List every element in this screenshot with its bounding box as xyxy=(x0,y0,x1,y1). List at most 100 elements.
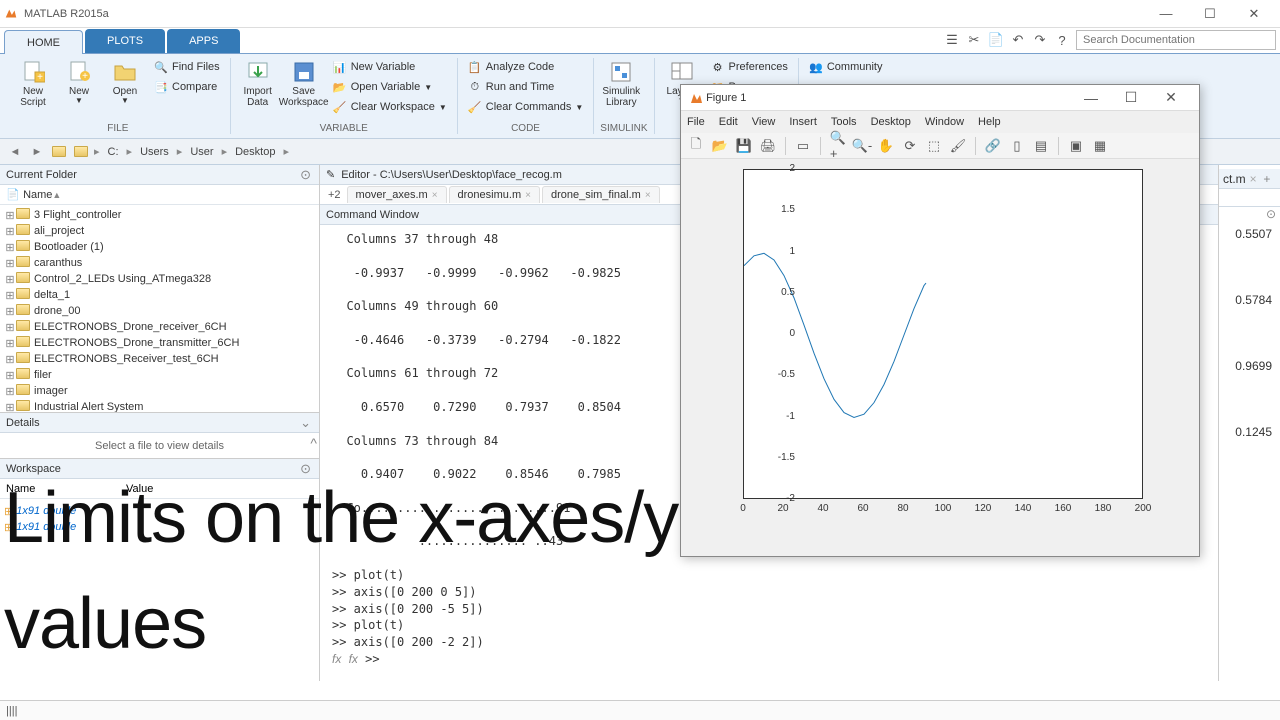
print-figure-icon[interactable]: 🖨 xyxy=(759,137,777,155)
redo-icon[interactable]: ↷ xyxy=(1032,32,1048,48)
path-drive[interactable]: C: xyxy=(104,144,123,160)
zoom-out-icon[interactable]: 🔍- xyxy=(853,137,871,155)
insert-legend-icon[interactable]: ▤ xyxy=(1032,137,1050,155)
folder-item[interactable]: ⊞ELECTRONOBS_Drone_transmitter_6CH xyxy=(0,335,319,351)
close-button[interactable]: ✕ xyxy=(1232,0,1276,28)
back-button[interactable]: ◄ xyxy=(6,143,24,161)
panel-dropdown-icon[interactable]: ⊙ xyxy=(298,167,313,183)
show-plot-tools-icon[interactable]: ▦ xyxy=(1091,137,1109,155)
maximize-button[interactable]: ☐ xyxy=(1188,0,1232,28)
tab-overflow-indicator[interactable]: +2 xyxy=(324,187,345,203)
editor-tab[interactable]: drone_sim_final.m× xyxy=(542,186,660,203)
browse-folder-icon[interactable] xyxy=(72,143,90,161)
forward-button[interactable]: ► xyxy=(28,143,46,161)
open-variable-button[interactable]: 📂Open Variable ▼ xyxy=(329,78,451,96)
new-button[interactable]: +New▼ xyxy=(58,58,100,108)
close-tab-icon[interactable]: × xyxy=(525,190,531,201)
community-button[interactable]: 👥Community xyxy=(805,58,887,76)
folder-item[interactable]: ⊞ELECTRONOBS_Receiver_test_6CH xyxy=(0,351,319,367)
simulink-library-button[interactable]: Simulink Library xyxy=(600,58,642,110)
add-tab-icon[interactable]: + xyxy=(1263,172,1270,186)
figure-menu-item[interactable]: Tools xyxy=(831,116,857,128)
insert-colorbar-icon[interactable]: ▯ xyxy=(1008,137,1026,155)
edit-plot-icon[interactable]: ▭ xyxy=(794,137,812,155)
search-documentation-input[interactable] xyxy=(1076,30,1276,50)
ws-col-name[interactable]: Name xyxy=(0,481,120,497)
figure-menu-item[interactable]: File xyxy=(687,116,705,128)
shortcuts-icon[interactable]: ☰ xyxy=(944,32,960,48)
figure-minimize-button[interactable]: — xyxy=(1071,90,1111,106)
hide-plot-tools-icon[interactable]: ▣ xyxy=(1067,137,1085,155)
zoom-in-icon[interactable]: 🔍+ xyxy=(829,137,847,155)
figure-maximize-button[interactable]: ☐ xyxy=(1111,89,1151,106)
folder-item[interactable]: ⊞Control_2_LEDs Using_ATmega328 xyxy=(0,271,319,287)
ribbon-tab-home[interactable]: HOME xyxy=(4,30,83,54)
workspace-variable-row[interactable]: ⊞ 1x91 double xyxy=(4,519,315,535)
figure-menu-item[interactable]: Insert xyxy=(789,116,817,128)
new-variable-button[interactable]: 📊New Variable xyxy=(329,58,451,76)
analyze-code-button[interactable]: 📋Analyze Code xyxy=(464,58,588,76)
workspace-variable-row[interactable]: ⊞ 1x91 double xyxy=(4,503,315,519)
save-workspace-button[interactable]: Save Workspace xyxy=(283,58,325,110)
preferences-button[interactable]: ⚙Preferences xyxy=(707,58,792,76)
folder-item[interactable]: ⊞Bootloader (1) xyxy=(0,239,319,255)
editor-tab[interactable]: dronesimu.m× xyxy=(449,186,540,203)
plot-axes[interactable] xyxy=(743,169,1143,499)
folder-item[interactable]: ⊞Industrial Alert System xyxy=(0,399,319,412)
figure-menu-item[interactable]: Desktop xyxy=(871,116,911,128)
close-tab-icon[interactable]: × xyxy=(1250,172,1257,186)
folder-item[interactable]: ⊞ELECTRONOBS_Drone_receiver_6CH xyxy=(0,319,319,335)
folder-item[interactable]: ⊞ali_project xyxy=(0,223,319,239)
figure-menu-item[interactable]: Edit xyxy=(719,116,738,128)
path-crumb[interactable]: Users xyxy=(136,144,173,160)
folder-item[interactable]: ⊞drone_00 xyxy=(0,303,319,319)
panel-collapse-icon[interactable]: ⌄ xyxy=(298,415,313,431)
clear-workspace-button[interactable]: 🧹Clear Workspace ▼ xyxy=(329,98,451,116)
ribbon-tab-plots[interactable]: PLOTS xyxy=(85,29,165,53)
y-tick-label: 0.5 xyxy=(755,287,795,298)
run-and-time-button[interactable]: ⏱Run and Time xyxy=(464,78,588,96)
open-figure-icon[interactable]: 📂 xyxy=(711,137,729,155)
up-folder-icon[interactable] xyxy=(50,143,68,161)
save-figure-icon[interactable]: 💾 xyxy=(735,137,753,155)
editor-tab[interactable]: ct.m xyxy=(1223,172,1246,186)
data-cursor-icon[interactable]: ⬚ xyxy=(925,137,943,155)
close-tab-icon[interactable]: × xyxy=(645,190,651,201)
figure-menu-item[interactable]: View xyxy=(752,116,776,128)
name-column-header[interactable]: Name xyxy=(23,189,52,201)
figure-window[interactable]: Figure 1 — ☐ ✕ FileEditViewInsertToolsDe… xyxy=(680,84,1200,557)
folder-item[interactable]: ⊞delta_1 xyxy=(0,287,319,303)
path-crumb[interactable]: Desktop xyxy=(231,144,279,160)
panel-dropdown-icon[interactable]: ⊙ xyxy=(1266,207,1276,221)
undo-icon[interactable]: ↶ xyxy=(1010,32,1026,48)
path-crumb[interactable]: User xyxy=(186,144,217,160)
brush-icon[interactable]: 🖌 xyxy=(949,137,967,155)
find-files-button[interactable]: 🔍Find Files xyxy=(150,58,224,76)
rotate-icon[interactable]: ⟳ xyxy=(901,137,919,155)
link-plot-icon[interactable]: 🔗 xyxy=(984,137,1002,155)
folder-item[interactable]: ⊞3 Flight_controller xyxy=(0,207,319,223)
figure-menu-item[interactable]: Window xyxy=(925,116,964,128)
new-script-button[interactable]: +New Script xyxy=(12,58,54,110)
new-figure-icon[interactable]: 🗋 xyxy=(687,137,705,155)
panel-dropdown-icon[interactable]: ⊙ xyxy=(298,461,313,477)
compare-button[interactable]: 📑Compare xyxy=(150,78,224,96)
close-tab-icon[interactable]: × xyxy=(432,190,438,201)
import-data-button[interactable]: Import Data xyxy=(237,58,279,110)
cut-icon[interactable]: ✂ xyxy=(966,32,982,48)
figure-close-button[interactable]: ✕ xyxy=(1151,89,1191,106)
open-button[interactable]: Open▼ xyxy=(104,58,146,108)
clear-commands-button[interactable]: 🧹Clear Commands ▼ xyxy=(464,98,588,116)
folder-item[interactable]: ⊞imager xyxy=(0,383,319,399)
figure-menu-item[interactable]: Help xyxy=(978,116,1001,128)
copy-icon[interactable]: 📄 xyxy=(988,32,1004,48)
help-icon[interactable]: ? xyxy=(1054,32,1070,48)
minimize-button[interactable]: — xyxy=(1144,0,1188,28)
folder-item[interactable]: ⊞filer xyxy=(0,367,319,383)
folder-item[interactable]: ⊞caranthus xyxy=(0,255,319,271)
pan-icon[interactable]: ✋ xyxy=(877,137,895,155)
resize-handle-icon[interactable]: ^ xyxy=(310,435,317,451)
ws-col-value[interactable]: Value xyxy=(120,481,159,497)
ribbon-tab-apps[interactable]: APPS xyxy=(167,29,240,53)
editor-tab[interactable]: mover_axes.m× xyxy=(347,186,447,203)
